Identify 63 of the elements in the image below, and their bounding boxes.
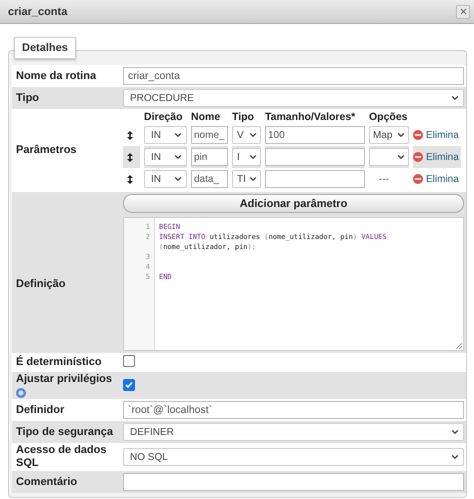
chevron-icon [450, 452, 460, 462]
drag-handle-icon[interactable] [127, 174, 133, 184]
text-field[interactable]: criar_conta [123, 67, 464, 85]
direction-select[interactable]: IN [144, 126, 187, 144]
field-label: Parâmetros [16, 144, 78, 157]
chevron-icon [248, 130, 258, 140]
direction-select[interactable]: IN [144, 170, 187, 188]
chevron-icon [173, 130, 183, 140]
field-label: Nome da rotina [16, 70, 98, 82]
chevron-icon [396, 130, 406, 140]
drag-handle-icon[interactable] [127, 130, 133, 140]
type-select[interactable]: I [232, 148, 261, 166]
field-label: Acesso de dados SQL [16, 444, 108, 470]
close-button[interactable] [456, 4, 470, 18]
checkbox[interactable] [123, 355, 135, 367]
options-select[interactable]: Map [369, 126, 409, 144]
help-icon[interactable] [16, 388, 26, 398]
field-label: Definição [16, 278, 67, 290]
column-header: Direção [144, 111, 184, 124]
field-label: Definidor [16, 404, 66, 416]
size-field[interactable] [265, 170, 365, 188]
chevron-icon [396, 152, 406, 162]
checkbox[interactable] [123, 379, 135, 391]
name-field[interactable]: pin [191, 148, 228, 166]
tab[interactable]: Detalhes [14, 37, 76, 59]
remove-icon [413, 130, 423, 140]
field-label: Comentário [16, 476, 78, 488]
drag-handle-icon[interactable] [127, 152, 133, 162]
chevron-icon [173, 152, 183, 162]
options-text: --- [378, 174, 389, 184]
resize-handle-icon[interactable] [456, 343, 462, 349]
remove-icon [413, 174, 423, 184]
remove-icon [413, 152, 423, 162]
dropdown[interactable]: PROCEDURE [123, 89, 464, 107]
size-field[interactable] [265, 148, 365, 166]
close-icon [458, 7, 468, 16]
name-field[interactable]: nome_ [191, 126, 228, 144]
window-title: criar_conta [8, 6, 68, 18]
type-select[interactable]: V [232, 126, 261, 144]
add-parameter-button[interactable]: Adicionar parâmetro [123, 194, 464, 213]
chevron-icon [173, 174, 183, 184]
column-header: Nome [191, 111, 222, 124]
text-field[interactable] [123, 473, 464, 491]
dropdown[interactable]: NO SQL [123, 448, 464, 466]
remove-link[interactable]: Elimina [413, 174, 459, 184]
dropdown[interactable]: DEFINER [123, 423, 464, 441]
chevron-icon [248, 174, 258, 184]
column-header: Tipo [232, 111, 255, 124]
direction-select[interactable]: IN [144, 148, 187, 166]
chevron-icon [450, 93, 460, 103]
column-header: Opções [369, 111, 409, 124]
column-header: Tamanho/Valores* [265, 111, 356, 124]
size-field[interactable]: 100 [265, 126, 365, 144]
field-label: Tipo de segurança [16, 426, 114, 438]
name-field[interactable]: data_ [191, 170, 228, 188]
type-select[interactable]: TI [232, 170, 261, 188]
field-label: Ajustar privilégios [16, 373, 113, 386]
text-field[interactable]: `root`@`localhost` [123, 401, 464, 419]
field-label: Tipo [16, 92, 40, 104]
remove-link[interactable]: Elimina [413, 130, 459, 140]
chevron-icon [248, 152, 258, 162]
chevron-icon [450, 427, 460, 437]
field-label: É determinístico [16, 356, 103, 369]
